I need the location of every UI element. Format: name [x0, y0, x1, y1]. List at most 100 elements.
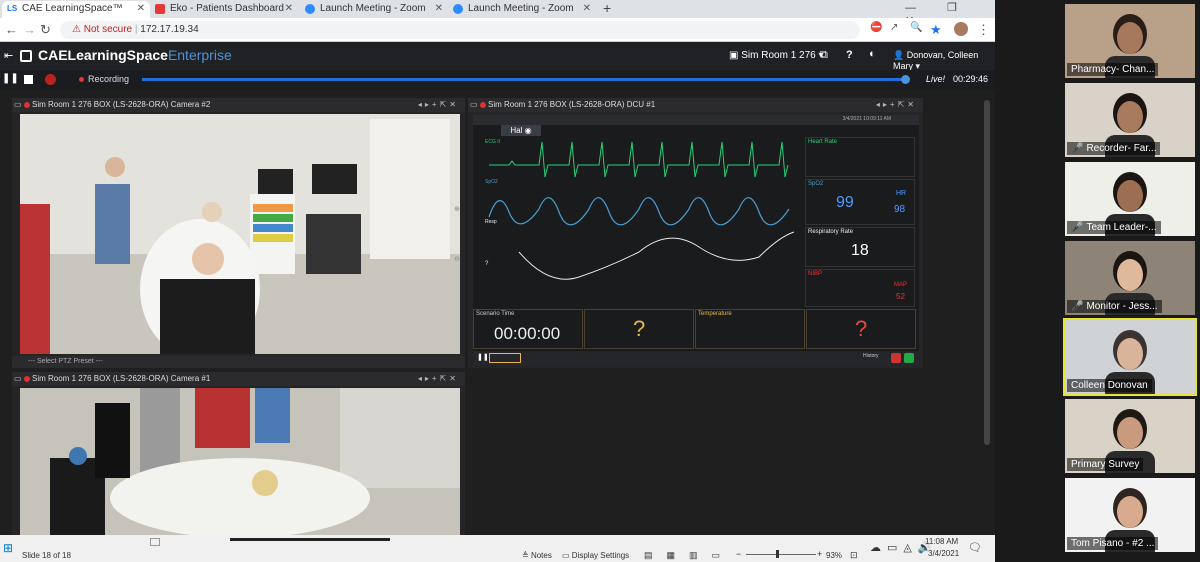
participant-tile[interactable]: 🎤 Monitor - Jess...	[1065, 241, 1195, 315]
hr-label: HR	[896, 190, 907, 197]
ptz-preset-select[interactable]: --- Select PTZ Preset ---	[12, 356, 465, 368]
ptz-preset-label: --- Select PTZ Preset ---	[28, 358, 103, 365]
app-logo: CAELearningSpaceEnterprise	[38, 47, 232, 63]
alarm-button[interactable]	[489, 353, 521, 363]
pane-controls[interactable]: ◂▸+⇱✕	[418, 98, 459, 112]
layout-icon[interactable]: ⧉	[820, 49, 828, 62]
close-tab-icon[interactable]: ✕	[583, 1, 591, 17]
windows-start-icon[interactable]: ⊞	[3, 541, 13, 555]
notification-icon[interactable]: 🗨	[968, 541, 982, 554]
camera-2-video[interactable]	[20, 114, 460, 354]
close-tab-icon[interactable]: ✕	[285, 1, 293, 17]
browser-tab-zoom-2[interactable]: Launch Meeting - Zoom ✕	[448, 1, 596, 18]
zoom-out-icon[interactable]: −	[736, 549, 741, 559]
notes-button[interactable]: ≜ Notes	[522, 551, 552, 560]
pause-icon[interactable]: ❚❚	[2, 73, 19, 84]
reload-icon[interactable]: ↻	[40, 22, 51, 38]
dcu-pane: ▭ Sim Room 1 276 BOX (LS-2628-ORA) DCU #…	[468, 98, 923, 368]
participant-tile[interactable]: Colleen Donovan	[1063, 318, 1197, 396]
monitor-pause-icon[interactable]: ❚❚	[477, 353, 489, 361]
taskbar: ⊞ Slide 18 of 18 ≜ Notes ▭ Display Setti…	[0, 535, 995, 562]
monitor-topbar: 3/4/2021 10:09:11 AM	[473, 115, 919, 125]
view-buttons[interactable]: ▤▦▥▭	[644, 550, 734, 561]
participant-tile[interactable]: 🎤 Team Leader-...	[1065, 162, 1195, 236]
participant-tile[interactable]: Primary Survey	[1065, 399, 1195, 473]
tab-title: Launch Meeting - Zoom	[468, 3, 574, 14]
scenario-time-box: Scenario Time 00:00:00	[473, 309, 583, 349]
document-scrollbar[interactable]	[230, 538, 390, 541]
back-icon[interactable]: ←	[5, 22, 18, 37]
nibp-box: NIBP MAP 52	[805, 269, 915, 307]
exit-icon[interactable]: ⇤	[4, 49, 13, 62]
user-menu[interactable]: 👤 Donovan, Colleen Mary ▾	[893, 50, 995, 72]
pane-controls[interactable]: ◂▸+⇱✕	[418, 372, 459, 386]
bookmark-star-icon[interactable]: ★	[930, 22, 942, 38]
zoom-lens-icon[interactable]: 🔍	[910, 22, 922, 33]
help-icon[interactable]: ?	[846, 49, 853, 61]
pane-title: Sim Room 1 276 BOX (LS-2628-ORA) Camera …	[32, 374, 211, 383]
url-field[interactable]: ⚠ Not secure | 172.17.19.34	[60, 21, 860, 39]
patient-tab[interactable]: Hal ◉	[501, 125, 541, 136]
camera-1-scene	[20, 388, 460, 535]
close-tab-icon[interactable]: ✕	[435, 1, 443, 17]
recording-label: Recording	[88, 74, 130, 84]
participant-name-text: Pharmacy- Chan...	[1071, 64, 1155, 75]
browser-tab-learningspace[interactable]: LS CAE LearningSpace™ ✕	[2, 1, 150, 18]
url-text: 172.17.19.34	[140, 24, 199, 35]
timeline-handle[interactable]	[901, 75, 910, 84]
spellcheck-icon[interactable]	[150, 538, 160, 546]
alarm-red-icon[interactable]	[891, 353, 901, 363]
participant-name: Tom Pisano - #2 ...	[1067, 537, 1159, 550]
tv-icon: ▭	[14, 100, 22, 109]
heart-rate-box: Heart Rate	[805, 137, 915, 177]
pane-controls[interactable]: ◂▸+⇱✕	[876, 98, 917, 112]
zoom-slider-track[interactable]	[746, 554, 816, 555]
map-value: 52	[896, 292, 905, 301]
record-button[interactable]	[45, 74, 56, 85]
display-settings-button[interactable]: ▭ Display Settings	[562, 551, 629, 560]
camera-1-video[interactable]	[20, 388, 460, 535]
open-external-icon[interactable]: ↗	[890, 22, 898, 33]
muted-mic-icon: 🎤	[1071, 143, 1084, 154]
zoom-slider-thumb[interactable]	[776, 550, 779, 558]
logo-accent: Enterprise	[167, 47, 232, 63]
blocked-icon[interactable]: ⛔	[870, 22, 882, 33]
history-button[interactable]: History	[863, 353, 879, 359]
scenario-time-label: Scenario Time	[476, 311, 515, 317]
zoom-slider[interactable]: ⊕ ⊖	[454, 205, 462, 365]
contrast-icon[interactable]: ◐	[869, 48, 876, 60]
live-label: Live!	[926, 74, 946, 84]
camera-1-pane: ▭ Sim Room 1 276 BOX (LS-2628-ORA) Camer…	[12, 372, 465, 535]
menu-dots-icon[interactable]: ⋮	[977, 22, 990, 38]
workspace-scrollbar[interactable]	[984, 100, 990, 445]
camera-2-header: ▭ Sim Room 1 276 BOX (LS-2628-ORA) Camer…	[12, 98, 465, 112]
zoom-percent: 93%	[826, 551, 843, 560]
browser-tab-eko[interactable]: Eko - Patients Dashboard ✕	[150, 1, 298, 18]
eko-favicon-icon	[155, 4, 165, 14]
zoom-favicon-icon	[453, 4, 463, 14]
recording-indicator-icon	[480, 102, 486, 108]
unknown-box-1: ?	[584, 309, 694, 349]
participant-tile[interactable]: 🎤 Recorder- Far...	[1065, 83, 1195, 157]
temperature-box: Temperature	[695, 309, 805, 349]
forward-icon[interactable]: →	[23, 22, 36, 37]
participant-tile[interactable]: Pharmacy- Chan...	[1065, 4, 1195, 78]
logo-mark-icon	[20, 50, 32, 62]
participant-name-text: Colleen Donovan	[1071, 380, 1148, 391]
profile-avatar[interactable]	[954, 22, 968, 36]
monitor-timestamp: 3/4/2021 10:09:11 AM	[842, 116, 891, 122]
close-tab-icon[interactable]: ✕	[137, 1, 145, 17]
fit-slide-icon[interactable]: ⊡	[850, 550, 858, 561]
user-name: Donovan, Colleen Mary	[893, 50, 979, 71]
unknown-small: ?	[485, 261, 489, 267]
room-select[interactable]: ▣ Sim Room 1 276 ▾	[729, 50, 824, 61]
timeline-bar[interactable]	[142, 78, 907, 81]
zoom-in-icon[interactable]: +	[817, 549, 822, 559]
alarm-green-icon[interactable]	[904, 353, 914, 363]
new-tab-icon[interactable]: +	[603, 0, 611, 16]
browser-tab-zoom-1[interactable]: Launch Meeting - Zoom ✕	[300, 1, 448, 18]
participant-name-text: Tom Pisano - #2 ...	[1071, 538, 1155, 549]
ls-favicon-icon: LS	[7, 4, 18, 14]
stop-icon[interactable]	[24, 75, 33, 84]
participant-tile[interactable]: Tom Pisano - #2 ...	[1065, 478, 1195, 552]
